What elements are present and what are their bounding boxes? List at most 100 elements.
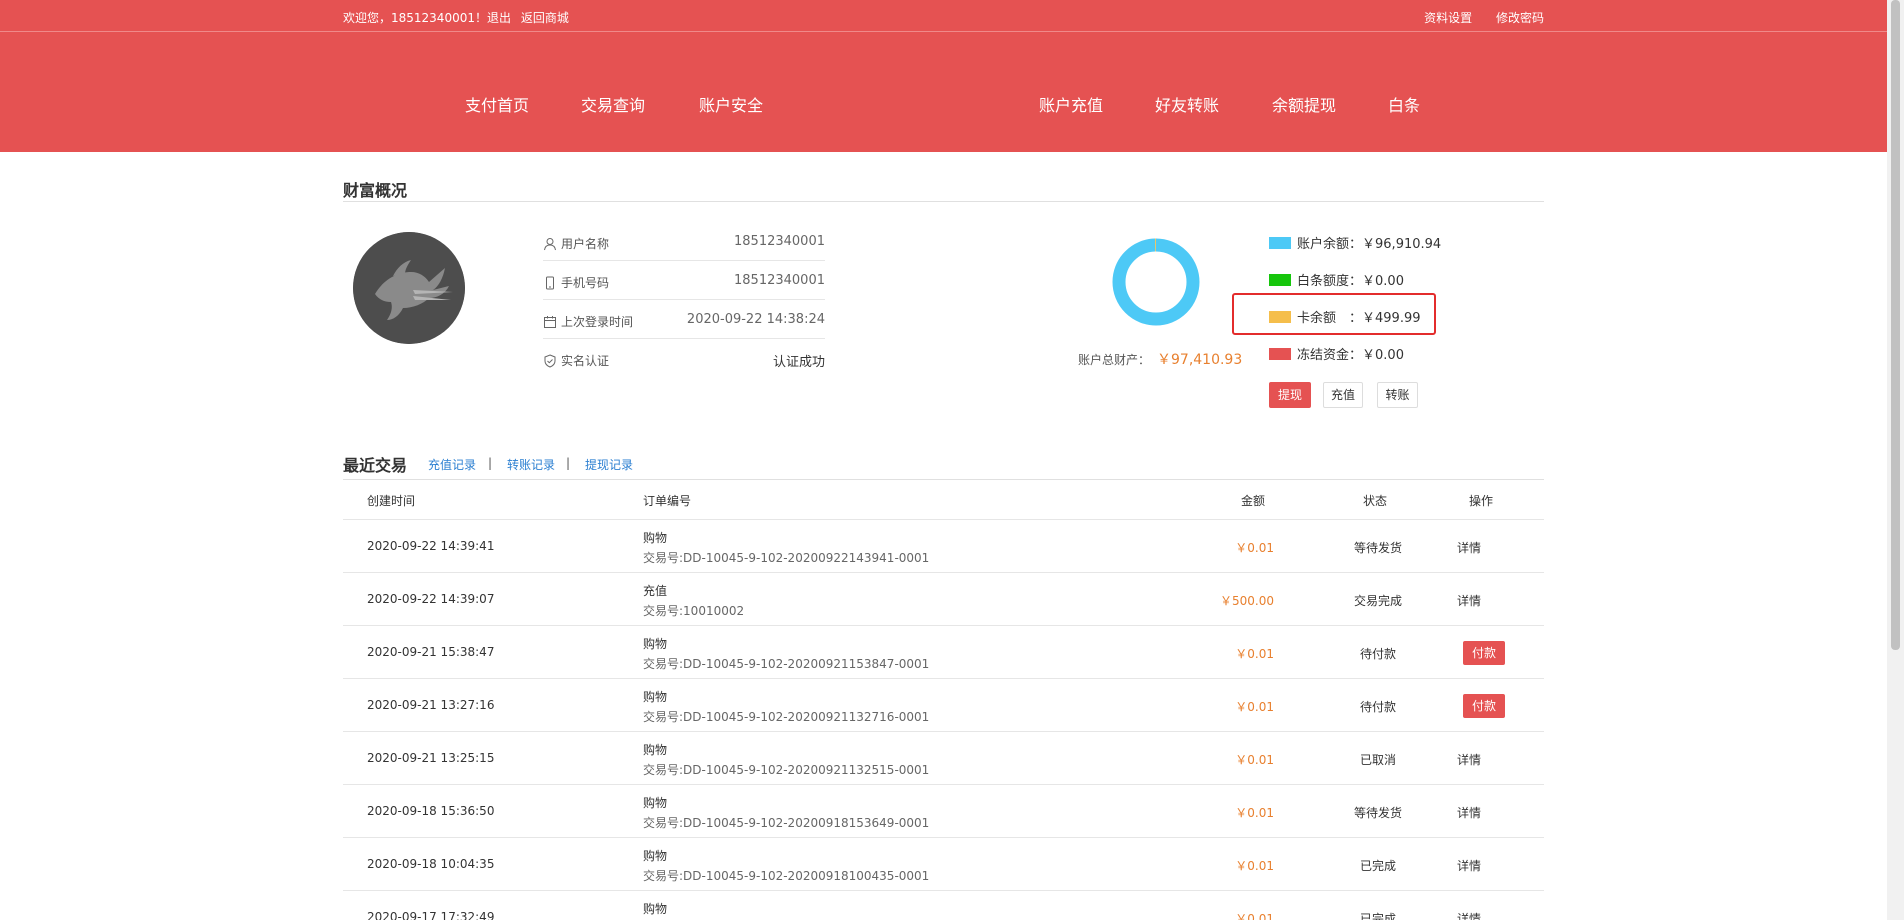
row-status: 已取消 bbox=[1359, 753, 1396, 767]
withdraw-button[interactable]: 提现 bbox=[1269, 382, 1311, 408]
details-link[interactable]: 详情 bbox=[1443, 539, 1495, 556]
header-status: 状态 bbox=[1363, 494, 1388, 508]
info-row-username: 用户名称 18512340001 bbox=[543, 222, 825, 261]
table-row: 2020-09-21 13:27:16 购物 交易号:DD-10045-9-102-… bbox=[343, 678, 1544, 731]
table-row: 2020-09-22 14:39:07 充值交易号:10010002 ￥500.00… bbox=[343, 572, 1544, 625]
row-type: 购物 bbox=[643, 690, 668, 704]
transfer-button[interactable]: 转账 bbox=[1377, 382, 1418, 408]
nav-balance-withdraw[interactable]: 余额提现 bbox=[1272, 92, 1336, 116]
table-row: 2020-09-22 14:39:41 购物交易号:DD-10045-9-102-… bbox=[343, 519, 1544, 572]
top-header: 欢迎您，18512340001！退出 返回商城 资料设置 修改密码 支付首页 交… bbox=[0, 0, 1887, 152]
total-assets-label: 账户总财产： bbox=[1078, 353, 1151, 367]
row-status: 已完成 bbox=[1359, 912, 1396, 920]
row-status: 等待发货 bbox=[1353, 806, 1402, 820]
row-created-time: 2020-09-21 15:38:47 bbox=[367, 645, 495, 659]
row-amount: ￥0.01 bbox=[1235, 912, 1274, 920]
row-status: 交易完成 bbox=[1353, 594, 1402, 608]
legend-label: 账户余额： bbox=[1297, 237, 1363, 252]
row-order-number: 交易号:DD-10045-9-102-20200921132716-0001 bbox=[643, 710, 930, 724]
row-type: 购物 bbox=[643, 743, 668, 757]
row-type: 购物 bbox=[643, 637, 668, 651]
legend-baitiao-limit: 白条额度：￥0.00 bbox=[1269, 270, 1404, 290]
nav-transaction-query[interactable]: 交易查询 bbox=[581, 92, 645, 116]
row-amount: ￥500.00 bbox=[1220, 594, 1274, 608]
recharge-records-link[interactable]: 充值记录 bbox=[428, 456, 476, 473]
legend-account-balance: 账户余额：￥96,910.94 bbox=[1269, 233, 1441, 253]
row-created-time: 2020-09-22 14:39:07 bbox=[367, 592, 495, 606]
profile-settings-link[interactable]: 资料设置 bbox=[1424, 11, 1472, 25]
info-row-phone: 手机号码 18512340001 bbox=[543, 261, 825, 300]
username-label: 用户名称 bbox=[561, 237, 610, 251]
legend-swatch bbox=[1269, 274, 1291, 286]
change-password-link[interactable]: 修改密码 bbox=[1496, 11, 1544, 25]
shield-icon bbox=[544, 354, 556, 368]
legend-swatch bbox=[1269, 237, 1291, 249]
donut-slice bbox=[1112, 238, 1200, 326]
calendar-icon bbox=[544, 316, 556, 328]
tab-separator: | bbox=[566, 456, 571, 470]
row-amount: ￥0.01 bbox=[1235, 753, 1274, 767]
details-link[interactable]: 详情 bbox=[1443, 592, 1495, 609]
legend-frozen-funds: 冻结资金：￥0.00 bbox=[1269, 344, 1404, 364]
row-status: 等待发货 bbox=[1353, 541, 1402, 555]
tab-separator: | bbox=[488, 456, 493, 470]
user-icon bbox=[544, 238, 556, 251]
row-created-time: 2020-09-18 15:36:50 bbox=[367, 804, 495, 818]
legend-value: ￥0.00 bbox=[1362, 348, 1404, 363]
nav-account-security[interactable]: 账户安全 bbox=[699, 92, 763, 116]
table-row: 2020-09-18 15:36:50 购物交易号:DD-10045-9-102-… bbox=[343, 784, 1544, 837]
row-status: 已完成 bbox=[1359, 859, 1396, 873]
nav-baitiao[interactable]: 白条 bbox=[1388, 92, 1420, 116]
nav-pay-home[interactable]: 支付首页 bbox=[465, 92, 529, 116]
phone-icon bbox=[546, 276, 554, 290]
details-link[interactable]: 详情 bbox=[1443, 910, 1495, 920]
table-row: 2020-09-21 13:25:15 购物 交易号:DD-10045-9-102-… bbox=[343, 731, 1544, 784]
legend-label: 白条额度： bbox=[1297, 274, 1363, 289]
row-type: 购物 bbox=[643, 849, 668, 863]
welcome-logout-link[interactable]: 欢迎您，18512340001！退出 bbox=[343, 11, 511, 25]
scrollbar-thumb[interactable] bbox=[1891, 0, 1900, 650]
overview-divider bbox=[343, 201, 1544, 202]
pay-button[interactable]: 付款 bbox=[1463, 694, 1505, 718]
row-created-time: 2020-09-17 17:32:49 bbox=[367, 910, 495, 920]
welcome-area: 欢迎您，18512340001！退出 返回商城 bbox=[343, 9, 575, 26]
row-created-time: 2020-09-21 13:25:15 bbox=[367, 751, 495, 765]
table-row: 2020-09-17 17:32:49 购物 ￥0.01 已完成 详情 bbox=[343, 890, 1544, 920]
legend-label: 冻结资金： bbox=[1297, 348, 1363, 363]
nav-account-recharge[interactable]: 账户充值 bbox=[1039, 92, 1103, 116]
row-amount: ￥0.01 bbox=[1235, 806, 1274, 820]
pegasus-logo-icon bbox=[353, 232, 465, 344]
row-created-time: 2020-09-22 14:39:41 bbox=[367, 539, 495, 553]
row-order-number: 交易号:10010002 bbox=[643, 604, 745, 618]
table-row: 2020-09-18 10:04:35 购物 交易号:DD-10045-9-102-… bbox=[343, 837, 1544, 890]
pay-button[interactable]: 付款 bbox=[1463, 641, 1505, 665]
details-link[interactable]: 详情 bbox=[1443, 751, 1495, 768]
details-link[interactable]: 详情 bbox=[1443, 804, 1495, 821]
row-status: 待付款 bbox=[1359, 647, 1396, 661]
row-order-number: 交易号:DD-10045-9-102-20200922143941-0001 bbox=[643, 551, 930, 565]
row-order-number: 交易号:DD-10045-9-102-20200918100435-0001 bbox=[643, 869, 930, 883]
details-link[interactable]: 详情 bbox=[1443, 857, 1495, 874]
vertical-scrollbar[interactable] bbox=[1887, 0, 1904, 920]
username-value: 18512340001 bbox=[734, 234, 825, 249]
main-nav: 支付首页 交易查询 账户安全 账户充值 好友转账 余额提现 白条 bbox=[0, 92, 1887, 116]
legend-swatch bbox=[1269, 348, 1291, 360]
transfer-records-link[interactable]: 转账记录 bbox=[507, 456, 555, 473]
row-amount: ￥0.01 bbox=[1235, 859, 1274, 873]
row-type: 充值 bbox=[643, 584, 668, 598]
info-row-last-login: 上次登录时间 2020-09-22 14:38:24 bbox=[543, 300, 825, 339]
row-type: 购物 bbox=[643, 796, 668, 810]
avatar[interactable] bbox=[353, 232, 465, 344]
back-to-mall-link[interactable]: 返回商城 bbox=[521, 11, 569, 25]
card-balance-highlight-box bbox=[1232, 293, 1436, 335]
header-created-time: 创建时间 bbox=[367, 494, 416, 508]
header-order-number: 订单编号 bbox=[643, 494, 692, 508]
nav-friend-transfer[interactable]: 好友转账 bbox=[1155, 92, 1219, 116]
row-type: 购物 bbox=[643, 531, 668, 545]
recharge-button[interactable]: 充值 bbox=[1323, 382, 1363, 408]
row-type: 购物 bbox=[643, 902, 668, 916]
overview-title: 财富概况 bbox=[343, 181, 408, 200]
row-order-number: 交易号:DD-10045-9-102-20200918153649-0001 bbox=[643, 816, 930, 830]
withdraw-records-link[interactable]: 提现记录 bbox=[585, 456, 633, 473]
assets-donut-chart bbox=[1112, 238, 1200, 326]
